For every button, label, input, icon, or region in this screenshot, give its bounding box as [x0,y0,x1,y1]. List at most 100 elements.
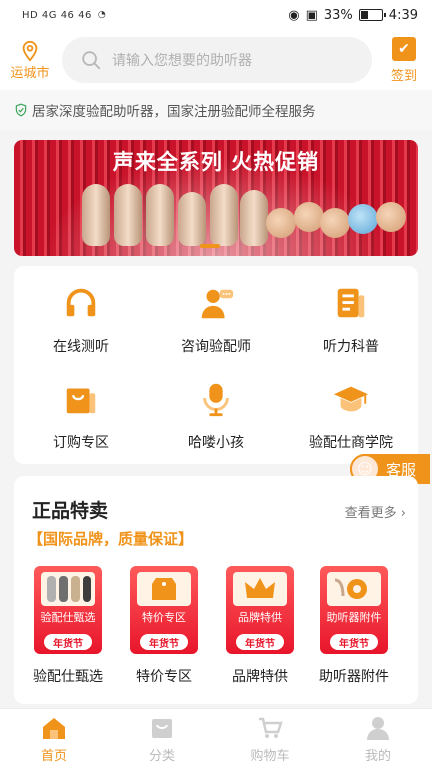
product-tile[interactable]: 验配仕甄选 年货节 验配仕甄选 [33,566,103,686]
product-tile[interactable]: 特价专区 年货节 特价专区 [130,566,198,686]
product-label: 品牌特供 [232,669,288,685]
feature-menu: 在线测听 咨询验配师 听力科普 订购专区 哈喽小孩 验配仕商学院 [14,266,418,464]
bottom-tab-bar: 首页 分类 购物车 我的 [0,708,432,768]
status-left: HD 4G 46 46 ◔ [22,10,106,21]
headphones-icon [62,284,100,322]
in-ear-aid-image [376,202,406,232]
tile-title: 助听器附件 [326,611,382,624]
tab-label: 购物车 [250,749,290,764]
product-label: 特价专区 [136,669,192,685]
cart-icon [259,717,283,738]
calendar-check-icon: ✔ [392,36,416,61]
banner-title: 声来全系列 火热促销 [112,150,320,174]
menu-item-label: 哈喽小孩 [188,435,244,451]
signal-indicators: HD 4G 46 46 [22,9,92,21]
battery-icon [358,9,386,21]
product-tile[interactable]: 品牌特供 年货节 品牌特供 [226,566,294,686]
product-label: 助听器附件 [319,669,389,685]
in-ear-aid-image [266,208,296,238]
tab-label: 分类 [148,749,175,764]
tile-title: 验配仕甄选 [40,611,96,624]
menu-item-consult[interactable]: 咨询验配师 [149,266,283,356]
tab-category[interactable]: 分类 [108,709,216,768]
hearing-aid-image [240,190,268,246]
section-title: 正品特卖 [32,500,109,522]
in-ear-aid-image [348,204,378,234]
hearing-aid-image [114,184,142,246]
hearing-aid-image [146,184,174,246]
hearing-aid-image [82,184,110,246]
hearing-aid-image [178,192,206,246]
menu-item-label: 订购专区 [53,435,109,451]
home-icon [43,718,65,739]
product-image: 助听器附件 年货节 [320,566,388,654]
checkin-label: 签到 [390,68,417,84]
product-image: 特价专区 年货节 [130,566,198,654]
notice-text: 居家深度验配助听器，国家注册验配师全程服务 [32,104,316,120]
hearing-aid-image [210,184,238,246]
graduation-cap-icon [332,380,370,418]
location-pin-icon [22,40,38,62]
nfc-icon: ▣ [305,7,318,23]
menu-item-order[interactable]: 订购专区 [14,362,148,452]
view-more-link[interactable]: 查看更多 › [345,502,406,521]
hearing-aid-image [41,572,95,606]
search-icon [82,51,101,70]
in-ear-aid-image [294,202,324,232]
menu-item-label: 咨询验配师 [181,339,251,355]
menu-item-science[interactable]: 听力科普 [284,266,418,356]
tab-home[interactable]: 首页 [0,709,108,768]
wifi-icon: ◔ [97,10,106,20]
menu-item-label: 听力科普 [323,339,379,355]
tab-cart[interactable]: 购物车 [216,709,324,768]
menu-item-label: 在线测听 [53,339,109,355]
microphone-icon [197,380,235,418]
battery-percent: 33% [323,7,353,23]
product-label: 验配仕甄选 [33,669,103,685]
user-icon [367,717,389,740]
tab-label: 首页 [40,749,67,764]
festival-tag: 年货节 [140,634,188,650]
eye-icon: ◉ [288,7,300,23]
location-button[interactable]: 运城市 [8,40,52,81]
view-more-label: 查看更多 [344,506,397,521]
in-ear-aid-image [320,208,350,238]
category-bag-icon [152,719,172,738]
crown-icon [233,572,287,606]
service-notice: 居家深度验配助听器，国家注册验配师全程服务 [0,90,432,130]
genuine-sale-section: 正品特卖 查看更多 › 【国际品牌，质量保证】 验配仕甄选 年货节 验配仕甄选 … [14,476,418,704]
tab-profile[interactable]: 我的 [324,709,432,768]
gear-icon [327,572,381,606]
festival-tag: 年货节 [236,634,284,650]
product-image: 品牌特供 年货节 [226,566,294,654]
price-tag-icon [137,572,191,606]
article-icon [332,284,370,322]
shield-check-icon [15,103,27,117]
section-subtitle: 【国际品牌，质量保证】 [28,530,194,548]
chevron-right-icon: › [400,506,406,521]
promo-banner[interactable]: 声来全系列 火热促销 [14,140,418,256]
search-placeholder: 请输入您想要的助听器 [112,53,252,69]
search-input[interactable]: 请输入您想要的助听器 [62,37,372,83]
tile-title: 品牌特供 [238,611,282,624]
checkin-button[interactable]: ✔ 签到 [384,36,424,84]
menu-item-kids[interactable]: 哈喽小孩 [149,362,283,452]
festival-tag: 年货节 [330,634,378,650]
battery-fill [360,11,368,19]
banner-indicator [200,244,220,248]
location-label: 运城市 [10,65,50,81]
consultant-icon [197,284,235,322]
tile-title: 特价专区 [142,611,186,624]
tab-label: 我的 [364,749,391,764]
menu-item-label: 验配仕商学院 [309,435,393,451]
menu-item-academy[interactable]: 验配仕商学院 [284,362,418,452]
clock: 4:39 [388,7,418,23]
menu-item-hearing-test[interactable]: 在线测听 [14,266,148,356]
festival-tag: 年货节 [44,634,92,650]
product-tile[interactable]: 助听器附件 年货节 助听器附件 [319,566,389,686]
product-image: 验配仕甄选 年货节 [34,566,102,654]
status-right: ◉ ▣ 33% 4:39 [288,8,418,23]
header: 运城市 请输入您想要的助听器 ✔ 签到 [0,30,432,90]
shopping-bag-icon [62,380,100,418]
status-bar: HD 4G 46 46 ◔ ◉ ▣ 33% 4:39 [0,0,432,30]
